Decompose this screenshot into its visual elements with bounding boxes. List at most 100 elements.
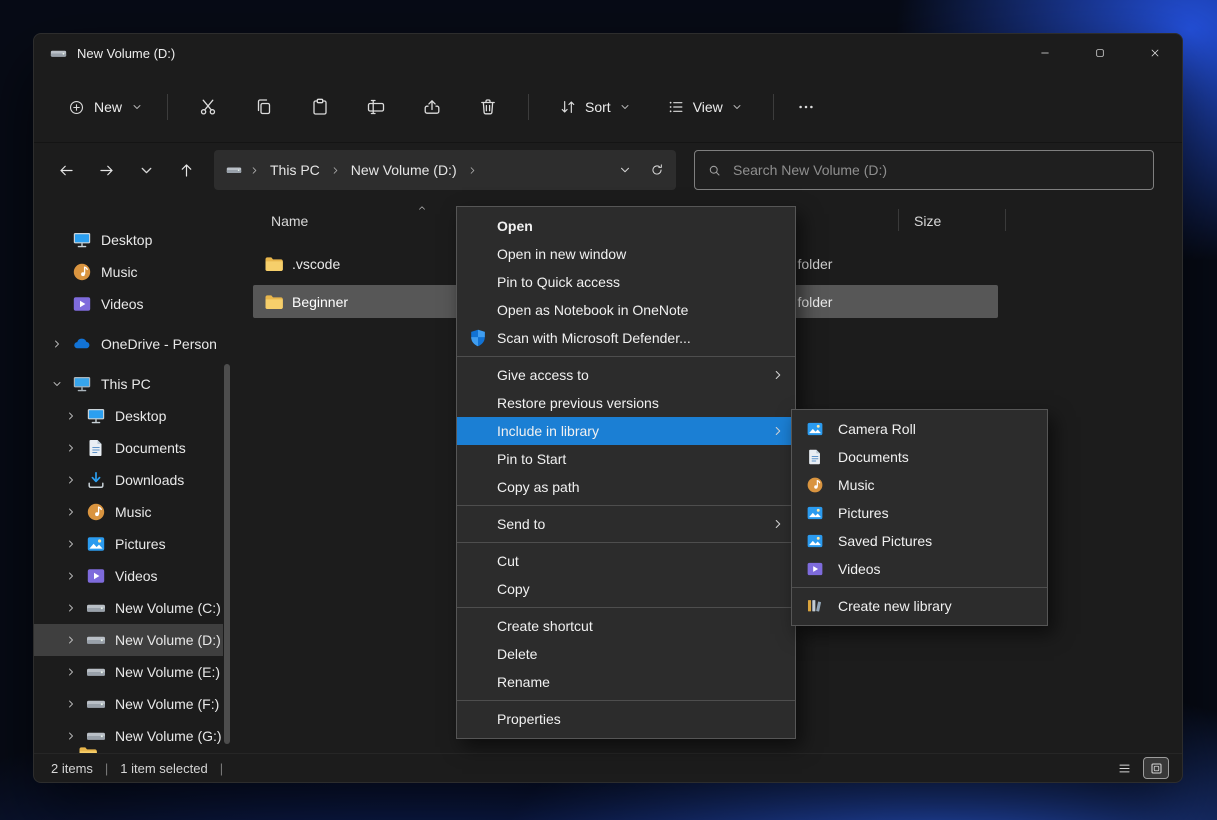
close-button[interactable] (1127, 34, 1182, 72)
sidebar-item-new-volume-d[interactable]: New Volume (D:) (34, 624, 223, 656)
menu-item-label: Delete (497, 646, 537, 662)
menu-item-pin-to-quick-access[interactable]: Pin to Quick access (457, 268, 795, 296)
address-dropdown-button[interactable] (618, 163, 632, 177)
cut-button[interactable] (186, 88, 230, 126)
up-button[interactable] (168, 153, 204, 187)
column-header-name[interactable]: Name (271, 213, 308, 229)
sidebar-item-desktop[interactable]: Desktop (34, 400, 223, 432)
sidebar-item-onedrive-person[interactable]: OneDrive - Person (34, 328, 223, 360)
share-button[interactable] (410, 88, 454, 126)
menu-item-label: Properties (497, 711, 561, 727)
menu-item-cut[interactable]: Cut (457, 547, 795, 575)
sidebar-item-this-pc[interactable]: This PC (34, 368, 223, 400)
menu-item-scan-with-microsoft-defender[interactable]: Scan with Microsoft Defender... (457, 324, 795, 352)
large-icons-view-button[interactable] (1144, 758, 1168, 778)
menu-item-label: Pin to Start (497, 451, 566, 467)
menu-item-restore-previous-versions[interactable]: Restore previous versions (457, 389, 795, 417)
paste-button[interactable] (298, 88, 342, 126)
menu-item-label: Pin to Quick access (497, 274, 620, 290)
more-options-button[interactable] (786, 89, 826, 125)
search-input[interactable] (731, 161, 1141, 179)
sidebar-item-pictures[interactable]: Pictures (34, 528, 223, 560)
sidebar-item-documents[interactable]: Documents (34, 432, 223, 464)
sort-button[interactable]: Sort (547, 90, 643, 124)
minimize-icon (1039, 47, 1051, 59)
address-bar[interactable]: This PC New Volume (D:) (214, 150, 676, 190)
chevron-right-icon (771, 368, 785, 382)
menu-item-create-shortcut[interactable]: Create shortcut (457, 612, 795, 640)
up-icon (178, 162, 195, 179)
delete-button[interactable] (466, 88, 510, 126)
menu-item-open-as-notebook-in-onenote[interactable]: Open as Notebook in OneNote (457, 296, 795, 324)
menu-item-pin-to-start[interactable]: Pin to Start (457, 445, 795, 473)
sidebar-item-videos[interactable]: Videos (34, 288, 223, 320)
column-divider[interactable] (1005, 209, 1006, 231)
menu-item-label: Camera Roll (838, 421, 916, 437)
menu-separator (457, 542, 795, 543)
menu-item-copy[interactable]: Copy (457, 575, 795, 603)
menu-item-give-access-to[interactable]: Give access to (457, 361, 795, 389)
menu-item-open[interactable]: Open (457, 212, 795, 240)
search-box[interactable] (694, 150, 1154, 190)
file-name: .vscode (292, 256, 340, 272)
sidebar-item-downloads[interactable]: Downloads (34, 464, 223, 496)
sidebar-item-new-volume-f[interactable]: New Volume (F:) (34, 688, 223, 720)
forward-button[interactable] (88, 153, 124, 187)
sidebar-item-music[interactable]: Music (34, 256, 223, 288)
chevron-right-icon (63, 408, 79, 424)
rename-button[interactable] (354, 88, 398, 126)
sidebar-item-label: Music (115, 504, 152, 520)
sidebar-item-new-volume-e[interactable]: New Volume (E:) (34, 656, 223, 688)
breadcrumb-new-volume-d[interactable]: New Volume (D:) (348, 160, 460, 180)
maximize-button[interactable] (1072, 34, 1127, 72)
view-button[interactable]: View (655, 90, 755, 124)
column-divider[interactable] (898, 209, 899, 231)
sort-ascending-icon (416, 203, 428, 213)
chevron-down-icon (138, 162, 155, 179)
chevron-right-icon (63, 728, 79, 744)
menu-item-videos[interactable]: Videos (792, 555, 1047, 583)
menu-item-include-in-library[interactable]: Include in library (457, 417, 795, 445)
navigation-bar: This PC New Volume (D:) (34, 143, 1182, 197)
menu-item-label: Open as Notebook in OneNote (497, 302, 688, 318)
breadcrumb-this-pc[interactable]: This PC (267, 160, 323, 180)
menu-item-saved-pictures[interactable]: Saved Pictures (792, 527, 1047, 555)
column-header-size[interactable]: Size (914, 213, 941, 229)
menu-item-pictures[interactable]: Pictures (792, 499, 1047, 527)
sidebar-item-new-volume-c[interactable]: New Volume (C:) (34, 592, 223, 624)
music-icon (72, 262, 92, 282)
menu-item-camera-roll[interactable]: Camera Roll (792, 415, 1047, 443)
chevron-right-icon (63, 472, 79, 488)
minimize-button[interactable] (1017, 34, 1072, 72)
drive-icon (86, 694, 106, 714)
sidebar-item-new-volume-g[interactable]: New Volume (G:) (34, 720, 223, 752)
rename-icon (366, 97, 386, 117)
sidebar-scrollbar[interactable] (224, 364, 230, 744)
sidebar-item-music[interactable]: Music (34, 496, 223, 528)
menu-separator (457, 505, 795, 506)
sidebar-item-videos[interactable]: Videos (34, 560, 223, 592)
menu-item-send-to[interactable]: Send to (457, 510, 795, 538)
menu-item-copy-as-path[interactable]: Copy as path (457, 473, 795, 501)
chevron-right-icon (771, 424, 785, 438)
new-button[interactable]: New (56, 91, 155, 124)
menu-item-documents[interactable]: Documents (792, 443, 1047, 471)
view-button-label: View (693, 99, 723, 115)
recent-locations-button[interactable] (128, 153, 164, 187)
menu-item-open-in-new-window[interactable]: Open in new window (457, 240, 795, 268)
back-button[interactable] (48, 153, 84, 187)
chevron-right-icon (249, 165, 260, 176)
refresh-button[interactable] (650, 163, 664, 177)
sidebar-item-desktop[interactable]: Desktop (34, 224, 223, 256)
menu-item-delete[interactable]: Delete (457, 640, 795, 668)
menu-item-properties[interactable]: Properties (457, 705, 795, 733)
file-explorer-window: New Volume (D:) New Sort View (33, 33, 1183, 783)
videos-icon (72, 294, 92, 314)
details-view-button[interactable] (1112, 758, 1136, 778)
menu-item-create-new-library[interactable]: Create new library (792, 592, 1047, 620)
menu-item-music[interactable]: Music (792, 471, 1047, 499)
include-in-library-submenu: Camera Roll DocumentsMusicPicturesSaved P… (791, 409, 1048, 626)
pictures-icon (806, 420, 824, 438)
copy-button[interactable] (242, 88, 286, 126)
menu-item-rename[interactable]: Rename (457, 668, 795, 696)
